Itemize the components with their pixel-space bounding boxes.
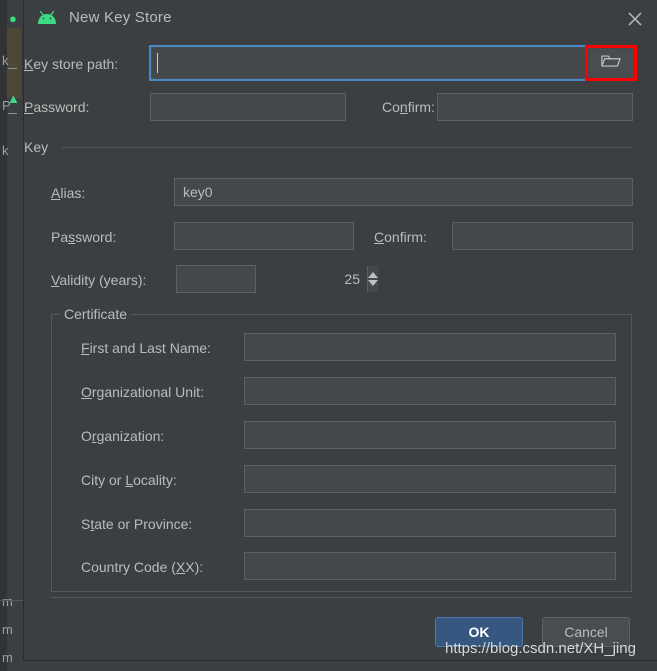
- cert-organizational-unit-input[interactable]: [244, 377, 616, 405]
- cert-organizational-unit-label: Organizational Unit:: [81, 384, 204, 400]
- dialog-titlebar: New Key Store: [24, 0, 657, 38]
- validity-stepper-arrows[interactable]: [367, 266, 378, 292]
- keystore-path-label: Key store path:: [24, 56, 119, 72]
- backdrop-text-fragment: P: [2, 98, 11, 113]
- certificate-group-title: Certificate: [60, 306, 132, 322]
- cert-first-last-name-input[interactable]: [244, 333, 616, 361]
- chevron-down-icon[interactable]: [368, 280, 378, 286]
- key-confirm-label: Confirm:: [374, 229, 427, 245]
- text-caret: [157, 53, 158, 73]
- backdrop-highlight-block: [7, 28, 21, 98]
- backdrop-text-fragment: k: [2, 143, 9, 158]
- footer-separator: [51, 597, 632, 598]
- backdrop-text-fragment: m: [2, 594, 13, 609]
- validity-years-stepper[interactable]: [176, 265, 378, 293]
- cert-organization-input[interactable]: [244, 421, 616, 449]
- cert-city-locality-label: City or Locality:: [81, 472, 177, 488]
- watermark-text: https://blog.csdn.net/XH_jing: [445, 640, 636, 657]
- close-icon[interactable]: [623, 7, 647, 31]
- keystore-path-input[interactable]: [151, 47, 635, 79]
- key-alias-label: Alias:: [51, 185, 86, 201]
- backdrop-android-icon-1: ●: [9, 11, 17, 26]
- key-password-input[interactable]: [174, 222, 354, 250]
- backdrop-text-fragment: m: [2, 622, 13, 637]
- cert-state-province-label: State or Province:: [81, 516, 193, 532]
- cert-country-code-label: Country Code (XX):: [81, 559, 204, 575]
- keystore-confirm-label: Confirm:: [382, 99, 435, 115]
- keystore-password-input[interactable]: [150, 93, 346, 121]
- keystore-confirm-input[interactable]: [437, 93, 633, 121]
- dialog-title: New Key Store: [69, 9, 172, 26]
- key-password-label: Password:: [51, 229, 117, 245]
- key-group-title: Key: [24, 139, 56, 155]
- new-key-store-dialog: New Key Store Key store path: Password: …: [24, 0, 657, 660]
- key-confirm-input[interactable]: [452, 222, 633, 250]
- key-alias-input[interactable]: [174, 178, 633, 206]
- browse-folder-button[interactable]: [589, 49, 633, 77]
- folder-icon: [601, 54, 621, 72]
- key-validity-label: Validity (years):: [51, 272, 147, 288]
- backdrop-text-underline: [8, 68, 17, 69]
- android-robot-icon: [37, 10, 57, 25]
- chevron-up-icon[interactable]: [368, 272, 378, 278]
- cert-state-province-input[interactable]: [244, 509, 616, 537]
- validity-years-input[interactable]: [177, 266, 367, 292]
- cert-country-code-input[interactable]: [244, 552, 616, 580]
- backdrop-text-underline: [8, 113, 17, 114]
- backdrop-divider: [0, 600, 24, 601]
- backdrop-text-fragment: m: [2, 650, 13, 665]
- keystore-password-label: Password:: [24, 99, 90, 115]
- cert-first-last-name-label: First and Last Name:: [81, 340, 211, 356]
- key-group-separator-line: [62, 147, 633, 148]
- cert-city-locality-input[interactable]: [244, 465, 616, 493]
- cert-organization-label: Organization:: [81, 428, 165, 444]
- backdrop-text-fragment: k: [2, 53, 9, 68]
